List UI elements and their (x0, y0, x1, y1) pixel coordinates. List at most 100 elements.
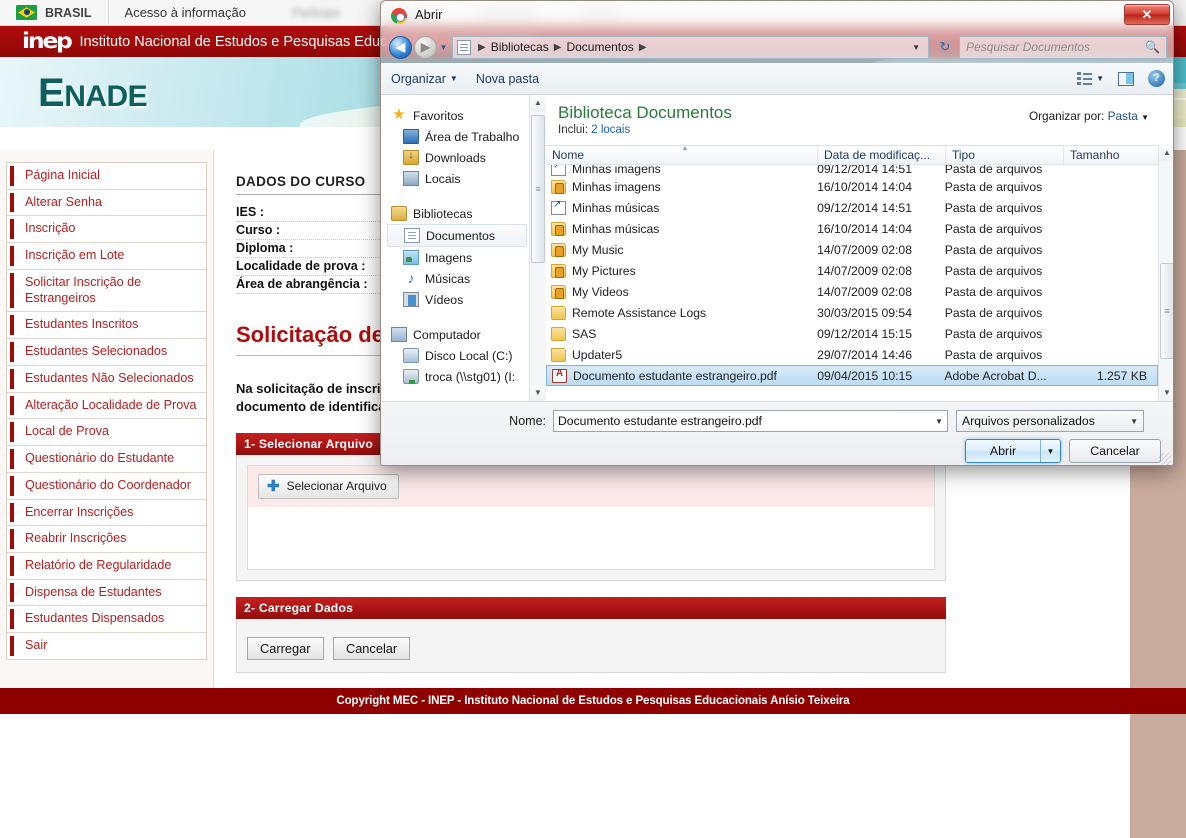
nav-area-de-trabalho[interactable]: Área de Trabalho (387, 126, 529, 147)
navpane-scrollbar[interactable]: ▲ ▼ (529, 95, 546, 401)
sidebar-item-estudantes-nao-selecionados[interactable]: Estudantes Não Selecionados (7, 365, 206, 393)
chevron-down-icon[interactable]: ▼ (935, 417, 943, 426)
file-name-input[interactable]: Documento estudante estrangeiro.pdf ▼ (553, 410, 948, 432)
table-row[interactable]: Minhas imagens 09/12/2014 14:51 Pasta de… (546, 165, 1158, 176)
organizar-button[interactable]: Organizar ▼ (391, 72, 458, 86)
nav-favoritos[interactable]: ★ Favoritos (387, 105, 529, 126)
search-input[interactable]: Pesquisar Documentos 🔍 (959, 35, 1167, 59)
column-header-data[interactable]: Data de modificaç... (818, 146, 946, 164)
refresh-icon[interactable]: ↻ (935, 39, 955, 55)
file-type: Pasta de arquivos (944, 179, 1043, 194)
nav-imagens[interactable]: Imagens (387, 247, 529, 268)
nav-downloads[interactable]: Downloads (387, 147, 529, 168)
carregar-button[interactable]: Carregar (247, 636, 324, 660)
nova-pasta-button[interactable]: Nova pasta (476, 72, 539, 86)
nav-computador[interactable]: Computador (387, 324, 529, 345)
sidebar-item-estudantes-inscritos[interactable]: Estudantes Inscritos (7, 312, 206, 340)
scroll-thumb[interactable] (1160, 263, 1173, 359)
table-row[interactable]: Remote Assistance Logs 30/03/2015 09:54 … (546, 302, 1158, 323)
open-button[interactable]: Abrir (966, 440, 1040, 462)
breadcrumb-documentos[interactable]: Documentos (566, 40, 633, 54)
close-icon[interactable]: ✕ (1124, 4, 1170, 25)
brazil-flag-icon (16, 5, 37, 20)
sidebar-item-relatorio-regularidade[interactable]: Relatório de Regularidade (7, 553, 206, 580)
breadcrumb-bibliotecas[interactable]: Bibliotecas (491, 40, 549, 54)
scroll-down-icon[interactable]: ▼ (530, 385, 546, 401)
change-view-button[interactable]: ▼ (1077, 71, 1104, 86)
sidebar-item-inscricao[interactable]: Inscrição (7, 216, 206, 244)
table-row-selected[interactable]: Documento estudante estrangeiro.pdf 09/0… (546, 365, 1158, 386)
scroll-up-icon[interactable]: ▲ (1159, 145, 1173, 161)
footer-text: Copyright MEC - INEP - Instituto Naciona… (336, 695, 850, 707)
file-type-filter-value: Arquivos personalizados (962, 414, 1095, 428)
nav-musicas[interactable]: ♪ Músicas (387, 268, 529, 289)
acesso-informacao-link[interactable]: Acesso à informação (109, 0, 262, 26)
table-row[interactable]: SAS 09/12/2014 15:15 Pasta de arquivos (546, 323, 1158, 344)
scroll-down-icon[interactable]: ▼ (1159, 385, 1173, 401)
table-row[interactable]: My Videos 14/07/2009 02:08 Pasta de arqu… (546, 281, 1158, 302)
column-header-tamanho[interactable]: Tamanho (1064, 146, 1160, 164)
column-header-tipo[interactable]: Tipo (946, 146, 1064, 164)
help-icon[interactable]: ? (1148, 70, 1165, 87)
table-row[interactable]: Updater5 29/07/2014 14:46 Pasta de arqui… (546, 344, 1158, 365)
select-file-button[interactable]: ✚ Selecionar Arquivo (258, 473, 399, 499)
forward-icon[interactable]: ▶ (414, 35, 437, 59)
back-icon[interactable]: ◀ (389, 35, 412, 59)
sidebar-item-alteracao-localidade-prova[interactable]: Alteração Localidade de Prova (7, 392, 206, 420)
library-locations-link[interactable]: 2 locais (591, 124, 630, 136)
sidebar-item-local-de-prova[interactable]: Local de Prova (7, 419, 206, 447)
sidebar-item-dispensa-estudantes[interactable]: Dispensa de Estudantes (7, 579, 206, 607)
file-list[interactable]: Minhas imagens 09/12/2014 14:51 Pasta de… (546, 165, 1158, 401)
folder-locked-icon (551, 221, 566, 236)
chevron-down-icon[interactable]: ▼ (1130, 417, 1138, 426)
column-header-nome[interactable]: ▲ Nome (546, 145, 818, 164)
table-row[interactable]: Minhas músicas 09/12/2014 14:51 Pasta de… (546, 197, 1158, 218)
sidebar-item-alterar-senha[interactable]: Alterar Senha (7, 189, 206, 217)
scroll-thumb[interactable] (531, 115, 545, 263)
table-row[interactable]: Minhas imagens 16/10/2014 14:04 Pasta de… (546, 176, 1158, 197)
preview-pane-icon[interactable] (1118, 71, 1134, 86)
nav-disco-local-c[interactable]: Disco Local (C:) (387, 345, 529, 366)
sidebar-item-estudantes-selecionados[interactable]: Estudantes Selecionados (7, 339, 206, 366)
resize-grip-icon[interactable] (1159, 453, 1171, 465)
table-row[interactable]: Minhas músicas 16/10/2014 14:04 Pasta de… (546, 218, 1158, 239)
table-row[interactable]: My Pictures 14/07/2009 02:08 Pasta de ar… (546, 260, 1158, 281)
sidebar-item-pagina-inicial[interactable]: Página Inicial (7, 163, 206, 190)
sidebar-item-estudantes-dispensados[interactable]: Estudantes Dispensados (7, 606, 206, 634)
open-split-chevron-down-icon[interactable]: ▼ (1040, 440, 1060, 462)
file-name-value: Documento estudante estrangeiro.pdf (558, 414, 762, 428)
sidebar-item-inscricao-em-lote[interactable]: Inscrição em Lote (7, 243, 206, 270)
sidebar-item-sair[interactable]: Sair (7, 633, 206, 659)
nav-bibliotecas[interactable]: Bibliotecas (387, 203, 529, 224)
chevron-down-icon[interactable]: ▼ (912, 43, 924, 52)
scroll-up-icon[interactable]: ▲ (530, 95, 546, 111)
upload-box: ✚ Selecionar Arquivo (247, 464, 935, 570)
nav-label: Disco Local (C:) (425, 348, 513, 363)
organize-by-value[interactable]: Pasta (1108, 109, 1138, 123)
sidebar-item-solicitar-inscricao-estrangeiros[interactable]: Solicitar Inscrição de Estrangeiros (7, 269, 206, 313)
cancelar-button[interactable]: Cancelar (332, 636, 411, 660)
sidebar-item-questionario-coordenador[interactable]: Questionário do Coordenador (7, 472, 206, 500)
file-date: 14/07/2009 02:08 (817, 242, 912, 257)
file-name: Remote Assistance Logs (572, 305, 707, 320)
table-row[interactable]: My Music 14/07/2009 02:08 Pasta de arqui… (546, 239, 1158, 260)
file-date: 29/07/2014 14:46 (817, 347, 912, 362)
brasil-brand[interactable]: BRASIL (0, 0, 109, 26)
nav-documentos[interactable]: Documentos (387, 224, 527, 247)
sidebar-item-questionario-estudante[interactable]: Questionário do Estudante (7, 446, 206, 473)
open-button-group[interactable]: Abrir ▼ (965, 439, 1061, 463)
network-drive-icon (403, 369, 419, 384)
chevron-down-icon[interactable]: ▼ (1141, 113, 1149, 122)
sidebar-item-encerrar-inscricoes[interactable]: Encerrar Inscrições (7, 499, 206, 527)
dialog-title-bar[interactable]: Abrir ✕ (381, 1, 1173, 31)
nav-troca-stg01[interactable]: troca (\\stg01) (I: (387, 366, 529, 387)
file-list-scrollbar[interactable]: ▲ ▼ (1158, 145, 1173, 401)
sidebar-item-reabrir-inscricoes[interactable]: Reabrir Inscrições (7, 526, 206, 554)
cancel-button[interactable]: Cancelar (1069, 439, 1161, 463)
file-date: 09/12/2014 14:51 (817, 165, 912, 176)
nav-locais[interactable]: Locais (387, 168, 529, 189)
nav-videos[interactable]: Vídeos (387, 289, 529, 310)
file-type-filter-select[interactable]: Arquivos personalizados ▼ (956, 410, 1144, 432)
breadcrumb[interactable]: ▶ Bibliotecas ▶ Documentos ▶ ▼ (452, 35, 929, 59)
recent-locations-icon[interactable]: ▼ (437, 43, 450, 52)
